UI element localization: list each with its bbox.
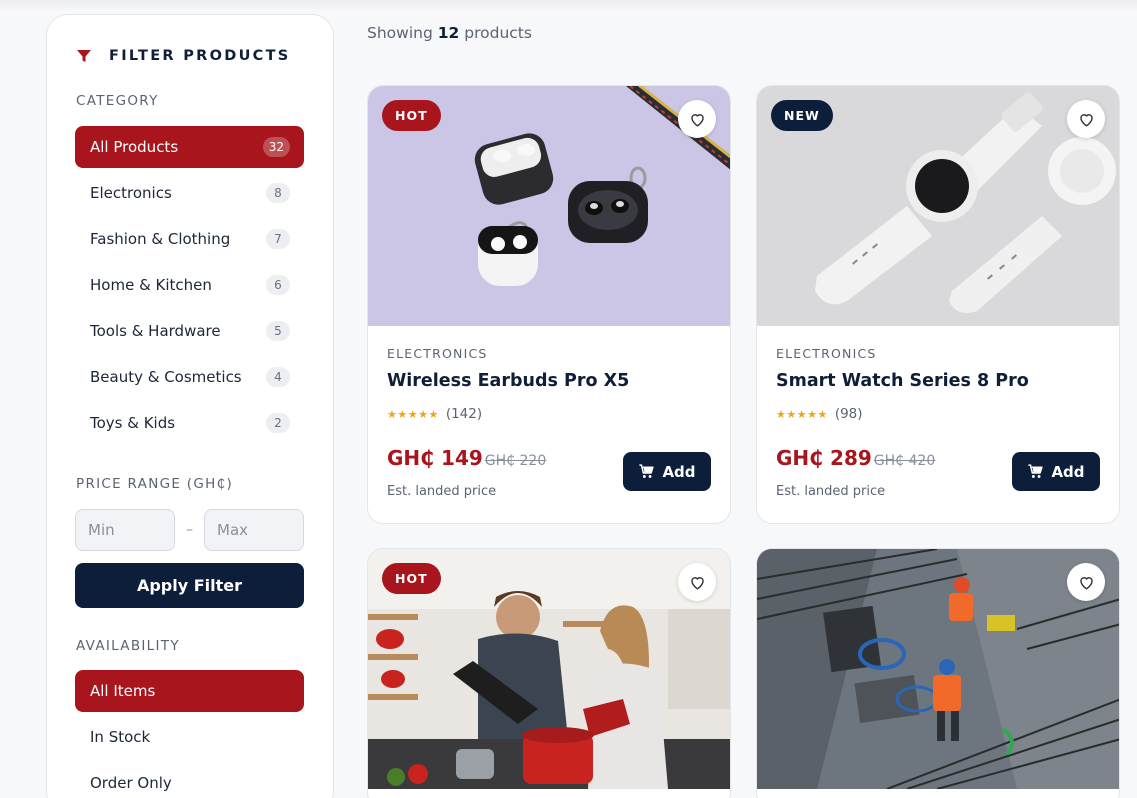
range-dash: – <box>186 522 193 538</box>
availability-all-items[interactable]: All Items <box>75 670 304 712</box>
product-name[interactable]: Smart Watch Series 8 Pro <box>776 371 1029 391</box>
filter-sidebar: FILTER PRODUCTS CATEGORY All Products 32… <box>46 14 334 798</box>
product-price: GH₵ 289 GH₵ 420 <box>776 446 935 470</box>
price-range-label: PRICE RANGE (GH₵) <box>76 476 234 492</box>
category-count: 2 <box>266 413 290 433</box>
cart-icon <box>639 464 655 478</box>
add-label: Add <box>662 462 696 481</box>
landed-price-note: Est. landed price <box>776 484 886 499</box>
availability-label: AVAILABILITY <box>76 638 180 654</box>
product-rating: ★★★★★ (98) <box>776 406 863 422</box>
star-rating-icon: ★★★★★ <box>387 407 439 421</box>
category-count: 32 <box>262 137 290 157</box>
filter-title: FILTER PRODUCTS <box>109 48 291 64</box>
filter-header: FILTER PRODUCTS <box>76 48 291 64</box>
category-name: Electronics <box>90 184 172 202</box>
category-name: Home & Kitchen <box>90 276 212 294</box>
product-card-earbuds[interactable]: HOT ELECTRONICS Wireless Earbuds Pro X5 … <box>367 85 731 524</box>
price-range-inputs: – <box>75 509 304 551</box>
results-number: 12 <box>437 24 460 42</box>
original-price: GH₵ 420 <box>873 453 936 469</box>
product-card-smartwatch[interactable]: NEW ELECTRONICS Smart Watch Series 8 Pro… <box>756 85 1120 524</box>
availability-order-only[interactable]: Order Only <box>75 762 304 798</box>
new-badge: NEW <box>771 100 833 131</box>
add-label: Add <box>1051 462 1085 481</box>
category-name: All Products <box>90 138 179 156</box>
category-home-kitchen[interactable]: Home & Kitchen 6 <box>75 264 304 306</box>
category-tools-hardware[interactable]: Tools & Hardware 5 <box>75 310 304 352</box>
apply-filter-button[interactable]: Apply Filter <box>75 563 304 608</box>
category-name: Tools & Hardware <box>90 322 221 340</box>
heart-icon <box>690 576 704 590</box>
category-count: 4 <box>266 367 290 387</box>
results-suffix: products <box>464 24 532 42</box>
category-count: 8 <box>266 183 290 203</box>
product-image-smartwatch[interactable]: NEW <box>757 86 1119 326</box>
product-card-construction[interactable] <box>756 548 1120 798</box>
availability-name: All Items <box>90 682 156 700</box>
landed-price-note: Est. landed price <box>387 484 497 499</box>
wishlist-button[interactable] <box>1067 563 1105 601</box>
add-to-cart-button[interactable]: Add <box>623 452 711 491</box>
current-price: GH₵ 149 <box>387 446 483 470</box>
category-name: Toys & Kids <box>90 414 176 432</box>
availability-in-stock[interactable]: In Stock <box>75 716 304 758</box>
product-info: ELECTRONICS Smart Watch Series 8 Pro ★★★… <box>757 326 1119 523</box>
hot-badge: HOT <box>382 100 441 131</box>
product-category: ELECTRONICS <box>387 346 488 361</box>
product-image-earbuds[interactable]: HOT <box>368 86 730 326</box>
product-name[interactable]: Wireless Earbuds Pro X5 <box>387 371 629 391</box>
heart-icon <box>1079 113 1093 127</box>
max-price-input[interactable] <box>204 509 304 551</box>
product-rating: ★★★★★ (142) <box>387 406 482 422</box>
product-card-kitchen[interactable]: HOT <box>367 548 731 798</box>
category-beauty-cosmetics[interactable]: Beauty & Cosmetics 4 <box>75 356 304 398</box>
category-label: CATEGORY <box>76 93 159 109</box>
hot-badge: HOT <box>382 563 441 594</box>
category-electronics[interactable]: Electronics 8 <box>75 172 304 214</box>
top-shadow <box>0 0 1137 12</box>
product-category: ELECTRONICS <box>776 346 877 361</box>
product-image-kitchen[interactable]: HOT <box>368 549 730 789</box>
availability-name: Order Only <box>90 774 172 792</box>
heart-icon <box>1079 576 1093 590</box>
category-fashion-clothing[interactable]: Fashion & Clothing 7 <box>75 218 304 260</box>
category-count: 6 <box>266 275 290 295</box>
category-count: 7 <box>266 229 290 249</box>
original-price: GH₵ 220 <box>484 453 547 469</box>
star-rating-icon: ★★★★★ <box>776 407 828 421</box>
product-price: GH₵ 149 GH₵ 220 <box>387 446 546 470</box>
category-name: Fashion & Clothing <box>90 230 231 248</box>
min-price-input[interactable] <box>75 509 175 551</box>
product-info: ELECTRONICS Wireless Earbuds Pro X5 ★★★★… <box>368 326 730 523</box>
cart-icon <box>1028 464 1044 478</box>
filter-icon <box>77 50 91 62</box>
results-prefix: Showing <box>367 24 433 42</box>
category-toys-kids[interactable]: Toys & Kids 2 <box>75 402 304 444</box>
wishlist-button[interactable] <box>678 563 716 601</box>
current-price: GH₵ 289 <box>776 446 872 470</box>
heart-icon <box>690 113 704 127</box>
category-name: Beauty & Cosmetics <box>90 368 242 386</box>
wishlist-button[interactable] <box>1067 100 1105 138</box>
construction-photo <box>757 549 1119 789</box>
add-to-cart-button[interactable]: Add <box>1012 452 1100 491</box>
review-count: (98) <box>834 406 863 422</box>
results-count: Showing 12 products <box>367 24 532 42</box>
wishlist-button[interactable] <box>678 100 716 138</box>
availability-name: In Stock <box>90 728 151 746</box>
product-image-construction[interactable] <box>757 549 1119 789</box>
category-all-products[interactable]: All Products 32 <box>75 126 304 168</box>
review-count: (142) <box>445 406 483 422</box>
category-count: 5 <box>266 321 290 341</box>
